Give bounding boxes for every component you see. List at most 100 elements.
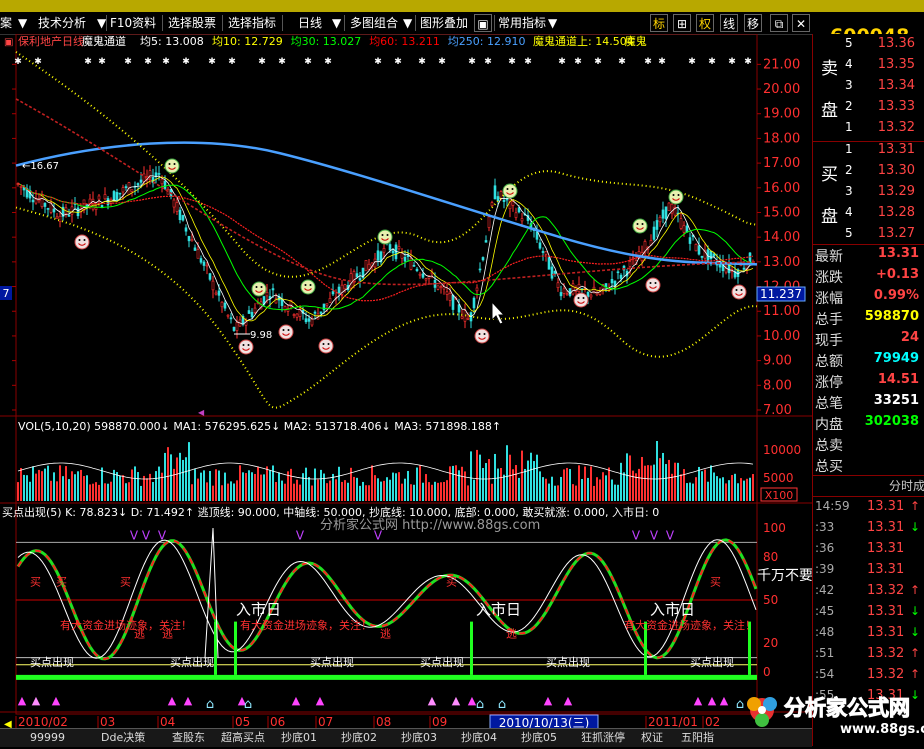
level-price: 13.34 <box>877 78 915 93</box>
volume-bar <box>296 479 298 501</box>
buy-level-row[interactable]: 5 13.27 <box>813 226 924 246</box>
dropdown-arrow-icon[interactable]: ▼ <box>403 14 412 32</box>
toolbar-select-indicator[interactable]: 选择指标 <box>228 14 276 32</box>
dropdown-arrow-icon[interactable]: ▼ <box>332 14 341 32</box>
buy-arrow-icon: ▲ <box>428 694 437 707</box>
toolbar-overlay[interactable]: 图形叠加 <box>420 14 468 32</box>
candle-body <box>292 314 296 316</box>
toolbar-common-indicators[interactable]: 常用指标 <box>498 14 546 32</box>
toolbar-tech-analysis[interactable]: 技术分析 <box>38 14 86 32</box>
ma-label: 魔鬼通道上: 14.504 <box>533 34 634 48</box>
buy-level-row[interactable]: 3 13.29 <box>813 184 924 204</box>
indicator-tab[interactable]: 超高买点 <box>221 730 265 746</box>
ma-label: 魔鬼 <box>625 34 647 48</box>
indicator-tab[interactable]: 抄底01 <box>281 730 317 746</box>
candle-body <box>355 273 359 278</box>
volume-bar <box>278 472 280 501</box>
candle-body <box>253 307 257 313</box>
toolbar-mark-button[interactable]: 标 <box>650 14 668 32</box>
dropdown-arrow-icon[interactable]: ▼ <box>548 14 557 32</box>
signal-star-icon: ✱ <box>658 57 666 67</box>
sell-level-row[interactable]: 3 13.34 <box>813 78 924 98</box>
sell-level-row[interactable]: 2 13.33 <box>813 99 924 119</box>
volume-bar <box>89 484 91 501</box>
indicator-tab[interactable]: 抄底05 <box>521 730 557 746</box>
lock-icon[interactable]: ▣ <box>474 14 492 32</box>
volume-bar <box>509 454 511 501</box>
top-v-marker-icon: V <box>130 529 139 543</box>
stat-row: 现手 24 <box>813 330 924 350</box>
candle-body <box>568 288 572 296</box>
chart-area[interactable]: ▣ 保利地产日线 魔鬼通道 均5: 13.008 均10: 12.729 均30: 13.… <box>0 33 813 746</box>
level-price: 13.36 <box>877 36 915 51</box>
ma10-line <box>17 176 754 322</box>
toolbar-period[interactable]: 日线 <box>298 14 322 32</box>
sell-level-row[interactable]: 5 13.36 <box>813 36 924 56</box>
candle-body <box>271 288 275 291</box>
volume-bar <box>527 460 529 501</box>
indicator-tab[interactable]: 抄底02 <box>341 730 377 746</box>
indicator-tab[interactable]: 99999 <box>30 730 65 746</box>
indicator-tab[interactable]: 抄底04 <box>461 730 497 746</box>
volume-bar <box>38 469 40 501</box>
toolbar-item-0[interactable]: 案 <box>0 14 12 32</box>
volume-bar <box>476 449 478 501</box>
volume-bar <box>674 462 676 501</box>
indicator-tab[interactable]: Dde决策 <box>101 730 145 746</box>
candle-body <box>559 292 563 297</box>
indicator-tab[interactable]: 抄底03 <box>401 730 437 746</box>
candle-body <box>382 248 386 253</box>
candle-body <box>460 316 464 319</box>
candle-body <box>364 260 368 272</box>
volume-bar <box>221 485 223 501</box>
volume-bar <box>581 479 583 501</box>
stat-label: 总手 <box>815 312 843 328</box>
sell-level-row[interactable]: 1 13.32 <box>813 120 924 140</box>
volume-bar <box>374 475 376 501</box>
chart-canvas[interactable]: ▣ 保利地产日线魔鬼通道 均5: 13.008 均10: 12.729 均30: 13.… <box>0 33 813 731</box>
buy-level-row[interactable]: 4 13.28 <box>813 205 924 225</box>
date-highlight: 2010/10/13(三) <box>499 716 590 728</box>
candle-body <box>124 186 128 189</box>
stat-value: 79949 <box>873 351 919 366</box>
indicator-tab[interactable]: 权证 <box>641 730 663 746</box>
toolbar-multi-chart[interactable]: 多图组合 <box>350 14 398 32</box>
toolbar-move-button[interactable]: 移 <box>744 14 762 32</box>
toolbar-line-button[interactable]: 线 <box>720 14 738 32</box>
volume-bar <box>29 481 31 501</box>
volume-bar <box>518 477 520 501</box>
stat-row: 总笔 33251 <box>813 393 924 413</box>
indicator-tab[interactable]: 查股东 <box>172 730 205 746</box>
stat-label: 涨幅 <box>815 291 843 307</box>
signal-star-icon: ✱ <box>728 57 736 67</box>
trade-time: :48 <box>815 625 835 639</box>
smiley-buy-icon <box>74 234 90 250</box>
close-icon[interactable]: ✕ <box>792 14 810 32</box>
indicator-tab[interactable]: 五阳指 <box>681 730 714 746</box>
toolbar-select-stock[interactable]: 选择股票 <box>168 14 216 32</box>
buy-level-row[interactable]: 2 13.30 <box>813 163 924 183</box>
buy-level-row[interactable]: 1 13.31 <box>813 142 924 162</box>
toolbar-f10[interactable]: F10资料 <box>110 14 156 32</box>
top-v-marker-icon: V <box>650 529 659 543</box>
scroll-left-icon: ◀ <box>4 719 12 728</box>
volume-bar <box>587 477 589 501</box>
candle-body <box>187 236 191 242</box>
dropdown-arrow-icon[interactable]: ▼ <box>97 14 106 32</box>
volume-bar <box>533 461 535 501</box>
indicator-tab[interactable]: 狂抓涨停 <box>581 730 625 746</box>
sell-level-row[interactable]: 4 13.35 <box>813 57 924 77</box>
grid-icon[interactable]: ⊞ <box>673 14 691 32</box>
restore-window-icon[interactable]: ⧉ <box>770 14 788 32</box>
volume-bar <box>398 472 400 501</box>
toolbar-rights-button[interactable]: 权 <box>696 14 714 32</box>
dropdown-arrow-icon[interactable]: ▼ <box>18 14 27 32</box>
volume-tick-label: 5000 <box>763 471 794 485</box>
candle-body <box>121 187 125 193</box>
volume-bar <box>395 473 397 501</box>
indicator-tick-label: 100 <box>763 521 786 535</box>
buy-arrow-icon: ▲ <box>168 694 177 707</box>
candle-body <box>508 198 512 210</box>
volume-bar <box>428 482 430 501</box>
signal-star-icon: ✱ <box>182 57 190 67</box>
